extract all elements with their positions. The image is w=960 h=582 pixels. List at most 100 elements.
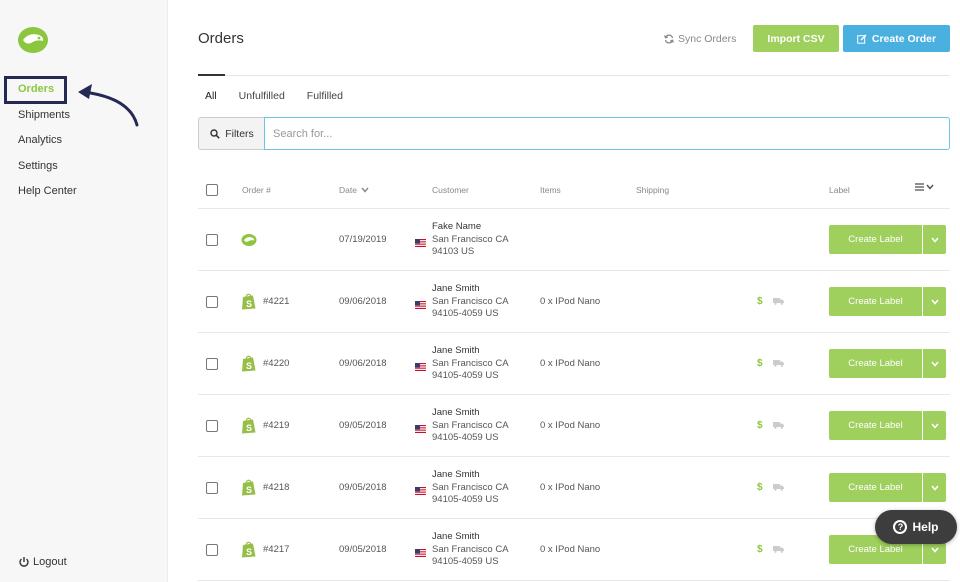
order-number[interactable]: #4217	[263, 544, 289, 555]
table-row[interactable]: S #4217 09/05/2018 Jane Smith San Francisco …	[198, 519, 950, 581]
logout-button[interactable]: Logout	[18, 556, 67, 568]
svg-text:S: S	[246, 485, 252, 495]
svg-text:S: S	[246, 299, 252, 309]
import-csv-button[interactable]: Import CSV	[753, 25, 839, 52]
label-dropdown-button[interactable]	[923, 225, 946, 254]
customer-city: San Francisco CA	[432, 233, 509, 245]
customer-name: Jane Smith	[432, 345, 480, 356]
tab-all[interactable]: All	[205, 90, 217, 102]
column-settings-button[interactable]	[915, 183, 934, 191]
customer-zip: 94105-4059 US	[432, 494, 499, 505]
order-date: 09/06/2018	[339, 296, 387, 307]
column-label: Label	[829, 185, 850, 195]
row-checkbox[interactable]	[206, 544, 218, 556]
sidebar-item-settings[interactable]: Settings	[18, 159, 77, 185]
refresh-icon	[664, 34, 674, 44]
create-label-button[interactable]: Create Label	[829, 349, 922, 378]
order-number[interactable]: #4219	[263, 420, 289, 431]
row-checkbox[interactable]	[206, 296, 218, 308]
customer-city: San Francisco CA	[432, 419, 509, 431]
row-checkbox[interactable]	[206, 482, 218, 494]
chevron-down-icon	[930, 360, 939, 367]
filters-button[interactable]: Filters	[198, 117, 265, 150]
dollar-icon: $	[757, 420, 763, 431]
tab-unfulfilled[interactable]: Unfulfilled	[239, 90, 285, 102]
label-dropdown-button[interactable]	[923, 411, 946, 440]
create-label-button[interactable]: Create Label	[829, 225, 922, 254]
header-divider	[198, 75, 950, 76]
customer-info: Jane Smith San Francisco CA 94105-4059 US	[432, 469, 509, 507]
chevron-down-icon	[930, 422, 939, 429]
create-label-button[interactable]: Create Label	[829, 287, 922, 316]
customer-city: San Francisco CA	[432, 295, 509, 307]
edit-icon	[857, 34, 867, 44]
column-order[interactable]: Order #	[242, 185, 271, 195]
table-row[interactable]: S #4219 09/05/2018 Jane Smith San Francisco …	[198, 395, 950, 457]
shopify-icon: S	[242, 541, 256, 558]
us-flag-icon	[415, 301, 426, 309]
chevron-down-icon	[361, 187, 369, 193]
customer-zip: 94105-4059 US	[432, 432, 499, 443]
sidebar-item-help-center[interactable]: Help Center	[18, 184, 77, 210]
row-checkbox[interactable]	[206, 234, 218, 246]
order-items: 0 x IPod Nano	[540, 544, 601, 555]
us-flag-icon	[415, 363, 426, 371]
truck-icon	[773, 360, 784, 367]
row-checkbox[interactable]	[206, 358, 218, 370]
question-icon: ?	[893, 520, 908, 534]
truck-icon	[773, 422, 784, 429]
page-title: Orders	[198, 30, 244, 47]
label-dropdown-button[interactable]	[923, 287, 946, 316]
sync-orders-button[interactable]: Sync Orders	[664, 33, 736, 45]
shopify-icon: S	[242, 479, 256, 496]
order-number[interactable]: #4218	[263, 482, 289, 493]
menu-icon	[915, 183, 924, 191]
select-all-checkbox[interactable]	[206, 184, 218, 196]
shopify-icon: S	[242, 293, 256, 310]
order-number[interactable]: #4221	[263, 296, 289, 307]
tab-fulfilled[interactable]: Fulfilled	[307, 90, 343, 102]
shopify-icon: S	[242, 355, 256, 372]
sidebar-item-analytics[interactable]: Analytics	[18, 133, 77, 159]
sync-orders-label: Sync Orders	[678, 33, 737, 45]
table-row[interactable]: S #4218 09/05/2018 Jane Smith San Francisco …	[198, 457, 950, 519]
column-date-label: Date	[339, 185, 357, 195]
svg-text:S: S	[246, 423, 252, 433]
table-row[interactable]: S #4220 09/06/2018 Jane Smith San Francisco …	[198, 333, 950, 395]
create-label-button[interactable]: Create Label	[829, 411, 922, 440]
column-date[interactable]: Date	[339, 185, 369, 195]
table-row[interactable]: 07/19/2019 Fake Name San Francisco CA 94103…	[198, 209, 950, 271]
svg-text:S: S	[246, 361, 252, 371]
create-label-button[interactable]: Create Label	[829, 473, 922, 502]
chevron-down-icon	[926, 184, 934, 190]
sidebar-item-shipments[interactable]: Shipments	[18, 108, 77, 134]
search-input[interactable]	[264, 117, 950, 150]
customer-city: San Francisco CA	[432, 357, 509, 369]
app-logo-icon[interactable]	[17, 26, 49, 54]
shopify-icon: S	[242, 417, 256, 434]
dollar-icon: $	[757, 482, 763, 493]
us-flag-icon	[415, 487, 426, 495]
help-button[interactable]: ? Help	[875, 510, 957, 544]
order-items: 0 x IPod Nano	[540, 482, 601, 493]
order-number[interactable]: #4220	[263, 358, 289, 369]
active-tab-indicator	[198, 74, 225, 76]
row-checkbox[interactable]	[206, 420, 218, 432]
create-order-button[interactable]: Create Order	[843, 25, 950, 52]
label-dropdown-button[interactable]	[923, 349, 946, 378]
order-items: 0 x IPod Nano	[540, 296, 601, 307]
logout-label: Logout	[33, 556, 67, 568]
table-header: Order # Date Customer Items Shipping Lab…	[198, 175, 950, 209]
truck-icon	[773, 298, 784, 305]
truck-icon	[773, 484, 784, 491]
help-label: Help	[912, 520, 939, 534]
customer-info: Fake Name San Francisco CA 94103 US	[432, 221, 509, 259]
column-items: Items	[540, 185, 561, 195]
create-order-label: Create Order	[871, 32, 937, 45]
customer-info: Jane Smith San Francisco CA 94105-4059 US	[432, 407, 509, 445]
label-dropdown-button[interactable]	[923, 473, 946, 502]
customer-city: San Francisco CA	[432, 543, 509, 555]
customer-info: Jane Smith San Francisco CA 94105-4059 US	[432, 531, 509, 569]
chevron-down-icon	[930, 298, 939, 305]
table-row[interactable]: S #4221 09/06/2018 Jane Smith San Francisco …	[198, 271, 950, 333]
